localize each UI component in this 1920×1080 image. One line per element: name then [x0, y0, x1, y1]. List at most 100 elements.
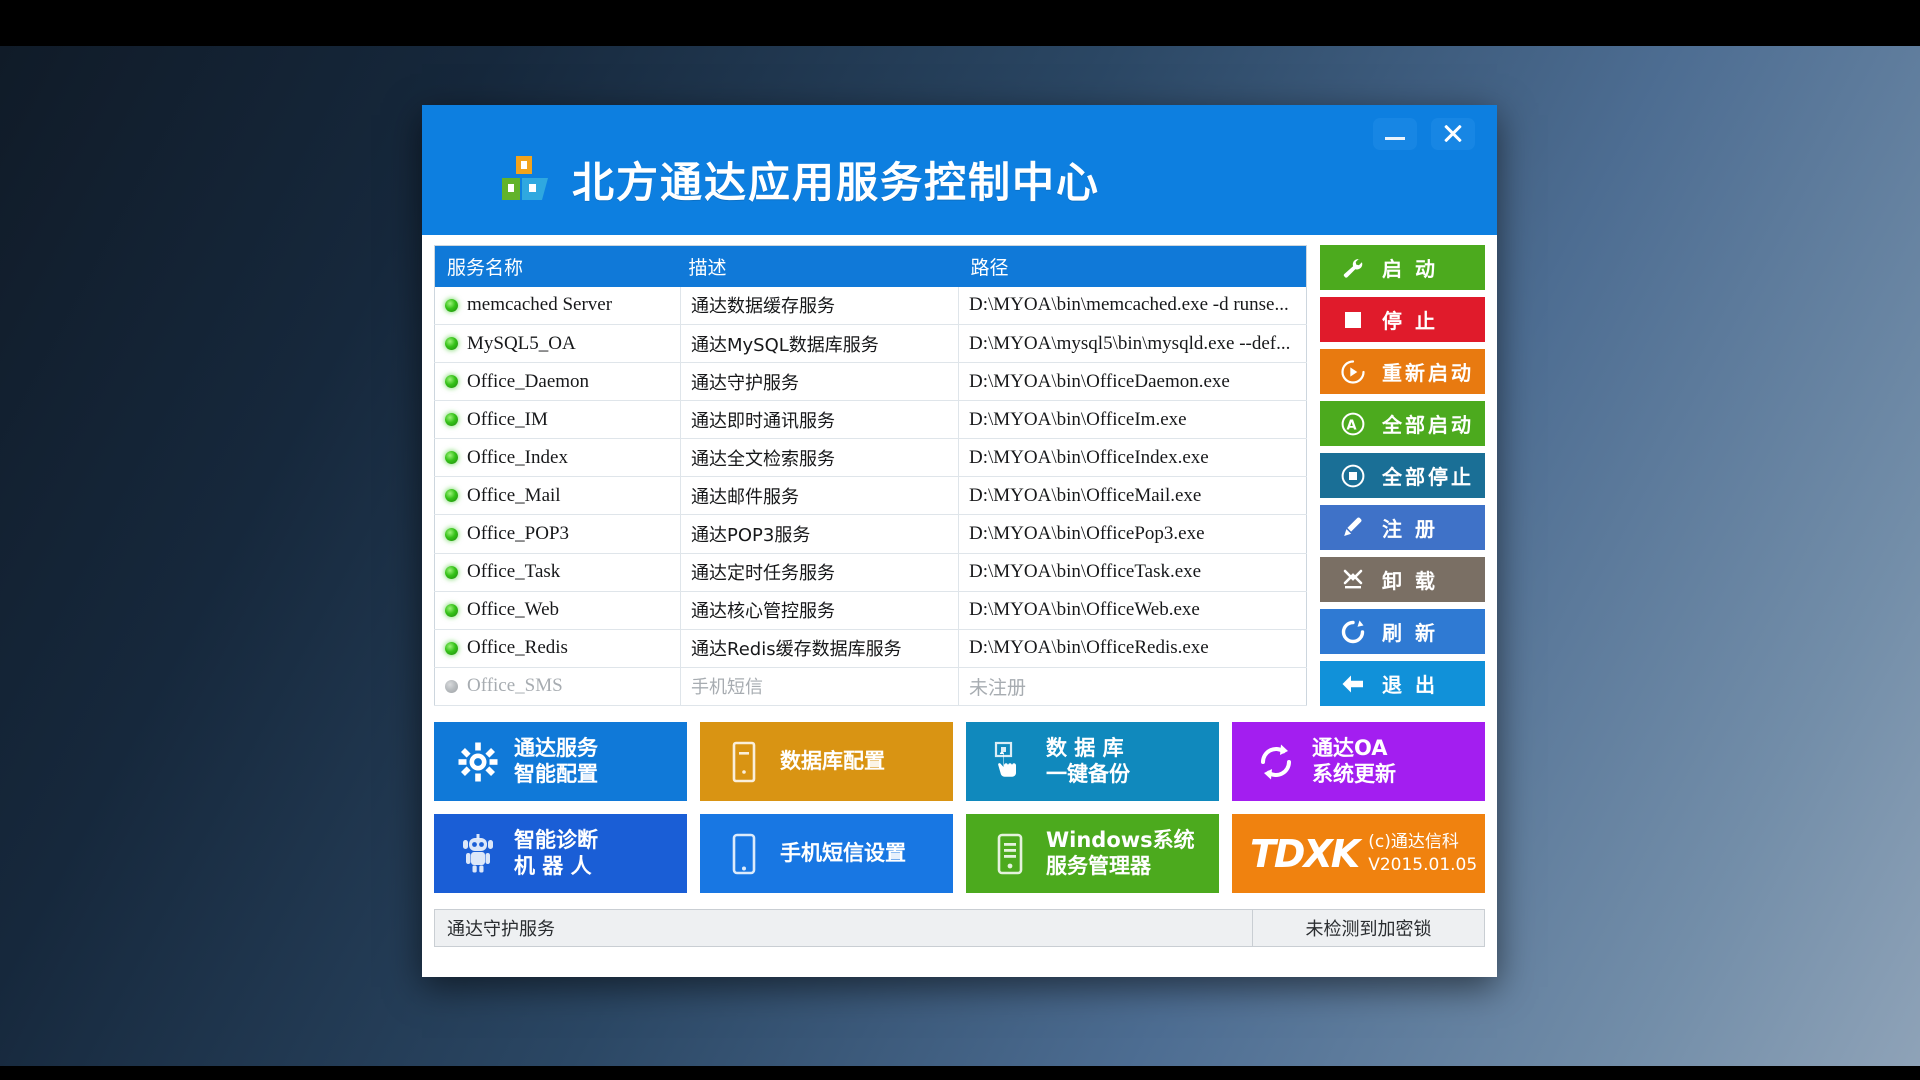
column-header-desc[interactable]: 描述: [680, 245, 959, 287]
cell-description: 通达守护服务: [680, 362, 959, 402]
cell-description: 通达Redis缓存数据库服务: [680, 629, 959, 668]
cell-service-name: Office_Web: [434, 591, 681, 630]
cell-path: D:\MYOA\bin\OfficeIndex.exe: [958, 438, 1307, 478]
tile-label-line1: 手机短信设置: [780, 840, 906, 865]
service-name-label: Office_POP3: [467, 523, 570, 544]
tile-diagnostic-robot[interactable]: 智能诊断机 器 人: [434, 814, 687, 893]
table-row[interactable]: Office_Index 通达全文检索服务 D:\MYOA\bin\OfficeIn…: [434, 438, 1307, 478]
start-button[interactable]: 启 动: [1320, 245, 1485, 290]
sync-icon: [1254, 740, 1298, 784]
start-all-button[interactable]: A 全部启动: [1320, 401, 1485, 446]
table-row[interactable]: Office_SMS 手机短信 未注册: [434, 667, 1307, 707]
tile-sms-settings[interactable]: 手机短信设置: [700, 814, 953, 893]
table-row[interactable]: Office_Task 通达定时任务服务 D:\MYOA\bin\OfficeTas…: [434, 553, 1307, 592]
refresh-button[interactable]: 刷 新: [1320, 609, 1485, 654]
action-label: 退 出: [1382, 673, 1438, 697]
column-header-path[interactable]: 路径: [958, 245, 1307, 287]
tile-brand-tdxk[interactable]: TDXK (c)通达信科 V2015.01.05: [1232, 814, 1485, 893]
cell-description: 通达POP3服务: [680, 514, 959, 554]
action-label: 卸 载: [1382, 569, 1438, 593]
cell-path: D:\MYOA\bin\OfficePop3.exe: [958, 514, 1307, 554]
wrench-icon: [1340, 255, 1366, 281]
action-label: 注 册: [1382, 517, 1438, 541]
cell-path: D:\MYOA\bin\OfficeRedis.exe: [958, 629, 1307, 668]
status-dongle: 未检测到加密锁: [1253, 909, 1485, 947]
main-area: 服务名称 描述 路径 memcached Server 通达数据缓存服务 D:\MY…: [434, 245, 1485, 707]
table-row[interactable]: Office_POP3 通达POP3服务 D:\MYOA\bin\OfficePop…: [434, 514, 1307, 554]
cell-description: 通达定时任务服务: [680, 553, 959, 592]
status-led-on: [445, 603, 458, 617]
feature-tiles: 通达服务 智能配置 数据库配置 数 据 库一键备份 通达OA 系统更新智能诊断机 器 人 手…: [434, 722, 1485, 893]
tile-smart-config[interactable]: 通达服务 智能配置: [434, 722, 687, 801]
cell-service-name: Office_Mail: [434, 476, 681, 516]
tile-db-backup[interactable]: 数 据 库一键备份: [966, 722, 1219, 801]
service-name-label: Office_Mail: [467, 484, 561, 506]
table-row[interactable]: Office_Web 通达核心管控服务 D:\MYOA\bin\OfficeWeb.…: [434, 591, 1307, 630]
tile-label-line1: 通达OA: [1312, 735, 1388, 760]
tile-label-line2: 一键备份: [1046, 761, 1130, 786]
brand-copyright: (c)通达信科: [1368, 831, 1459, 852]
pen-icon: [1340, 515, 1366, 541]
stop-button[interactable]: 停 止: [1320, 297, 1485, 342]
title-row: 北方通达应用服务控制中心: [498, 149, 1100, 210]
tile-label: 数据库配置: [780, 749, 885, 775]
tile-oa-update[interactable]: 通达OA 系统更新: [1232, 722, 1485, 801]
tile-label-line1: 数 据 库: [1046, 735, 1124, 760]
tile-db-config[interactable]: 数据库配置: [700, 722, 953, 801]
cell-path: D:\MYOA\bin\OfficeWeb.exe: [958, 591, 1307, 630]
refresh-icon: [1340, 619, 1366, 645]
table-row[interactable]: Office_Redis 通达Redis缓存数据库服务 D:\MYOA\bin\Of…: [434, 629, 1307, 668]
close-button[interactable]: [1431, 118, 1475, 150]
tile-label-line1: Windows系统: [1046, 827, 1195, 852]
column-header-name[interactable]: 服务名称: [434, 245, 681, 287]
tile-label: 智能诊断机 器 人: [514, 828, 598, 879]
cell-path: D:\MYOA\bin\OfficeDaemon.exe: [958, 362, 1307, 402]
cell-service-name: Office_POP3: [434, 514, 681, 554]
start-all-a-icon: A: [1340, 411, 1366, 437]
cell-service-name: MySQL5_OA: [434, 324, 681, 364]
service-name-label: Office_IM: [467, 408, 548, 430]
tile-label-line2: 系统更新: [1312, 761, 1396, 786]
status-led-on: [445, 375, 458, 389]
table-row[interactable]: MySQL5_OA 通达MySQL数据库服务 D:\MYOA\mysql5\bin\…: [434, 324, 1307, 364]
status-led-on: [445, 565, 458, 579]
cell-description: 通达邮件服务: [680, 476, 959, 516]
status-led-on: [445, 413, 458, 427]
restart-button[interactable]: 重新启动: [1320, 349, 1485, 394]
status-bar: 通达守护服务 未检测到加密锁: [434, 909, 1485, 947]
table-row[interactable]: Office_IM 通达即时通讯服务 D:\MYOA\bin\OfficeIm.ex…: [434, 400, 1307, 440]
exit-button[interactable]: 退 出: [1320, 661, 1485, 706]
table-body: memcached Server 通达数据缓存服务 D:\MYOA\bin\memc…: [434, 286, 1307, 707]
title-bar: 北方通达应用服务控制中心: [422, 105, 1497, 235]
phone-icon: [722, 832, 766, 876]
cell-description: 通达MySQL数据库服务: [680, 324, 959, 364]
cell-path: 未注册: [958, 667, 1307, 707]
tile-label: 通达服务 智能配置: [514, 736, 598, 787]
action-label: 重新启动: [1382, 361, 1474, 385]
minimize-button[interactable]: [1373, 118, 1417, 150]
tile-label-line2: 智能配置: [514, 761, 598, 786]
service-name-label: Office_Daemon: [467, 370, 590, 392]
cell-path: D:\MYOA\bin\OfficeMail.exe: [958, 476, 1307, 516]
services-icon: [988, 832, 1032, 876]
x-uninstall-icon: [1340, 567, 1366, 593]
service-name-label: MySQL5_OA: [467, 332, 576, 354]
service-name-label: Office_Web: [467, 599, 560, 621]
table-row[interactable]: memcached Server 通达数据缓存服务 D:\MYOA\bin\memc…: [434, 286, 1307, 326]
cell-path: D:\MYOA\bin\OfficeTask.exe: [958, 553, 1307, 592]
arrow-left-icon: [1340, 671, 1366, 697]
tile-label: 手机短信设置: [780, 841, 906, 867]
stop-all-circle-icon: [1340, 463, 1366, 489]
cell-service-name: Office_Index: [434, 438, 681, 478]
action-label: 刷 新: [1382, 621, 1438, 645]
register-button[interactable]: 注 册: [1320, 505, 1485, 550]
tile-windows-services[interactable]: Windows系统 服务管理器: [966, 814, 1219, 893]
uninstall-button[interactable]: 卸 载: [1320, 557, 1485, 602]
minimize-icon: [1385, 136, 1405, 140]
services-table: 服务名称 描述 路径 memcached Server 通达数据缓存服务 D:\MY…: [434, 245, 1307, 707]
table-row[interactable]: Office_Mail 通达邮件服务 D:\MYOA\bin\OfficeMail.…: [434, 476, 1307, 516]
table-row[interactable]: Office_Daemon 通达守护服务 D:\MYOA\bin\OfficeDae…: [434, 362, 1307, 402]
stop-all-button[interactable]: 全部停止: [1320, 453, 1485, 498]
hand-click-icon: [988, 740, 1032, 784]
tile-label: 通达OA 系统更新: [1312, 736, 1396, 787]
